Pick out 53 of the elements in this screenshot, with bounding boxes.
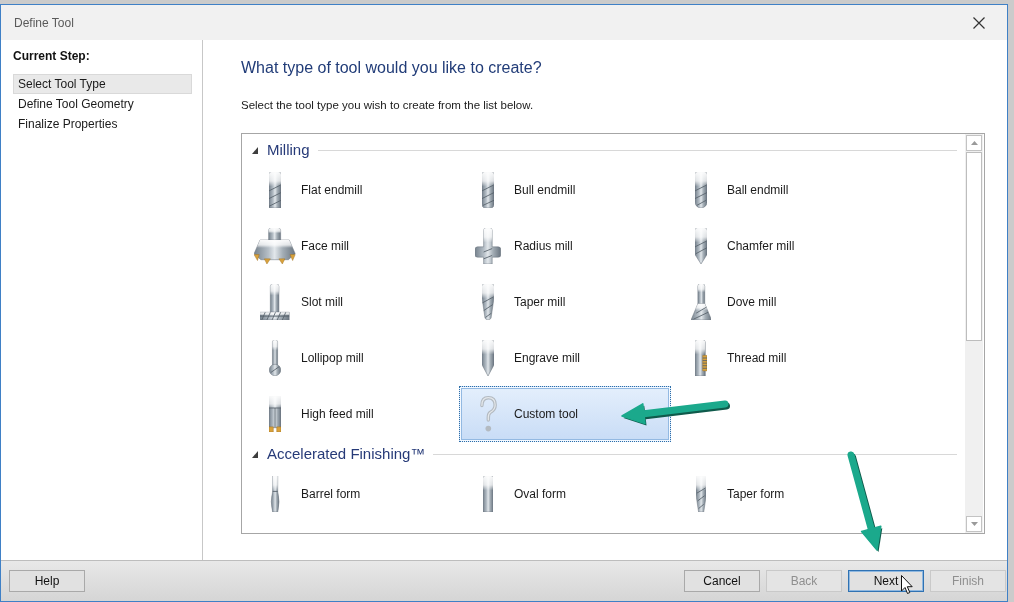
- tool-option[interactable]: Taper mill: [459, 274, 671, 330]
- chamfer-mill-icon: [695, 228, 707, 264]
- tool-option[interactable]: Ball endmill: [672, 162, 884, 218]
- step-item: Select Tool Type: [13, 74, 192, 94]
- step-item: Define Tool Geometry: [17, 96, 135, 113]
- group-header[interactable]: Accelerated Finishing™: [246, 442, 434, 466]
- dialog-button[interactable]: Help: [9, 570, 85, 592]
- tool-option[interactable]: Flat endmill: [246, 162, 458, 218]
- tool-option[interactable]: Dove mill: [672, 274, 884, 330]
- steps-heading: Current Step:: [13, 48, 91, 64]
- down-arrow-icon: [970, 522, 978, 526]
- tool-option[interactable]: Radius mill: [459, 218, 671, 274]
- up-arrow-icon: [970, 141, 978, 145]
- oval-cutter-icon: [482, 476, 494, 512]
- step-item: Finalize Properties: [17, 116, 119, 133]
- tool-option[interactable]: Taper form: [672, 466, 884, 522]
- tool-option[interactable]: High feed mill: [246, 386, 458, 442]
- close-icon: [973, 16, 985, 29]
- radius-mill-icon: [475, 228, 501, 264]
- group-header[interactable]: Milling: [246, 138, 318, 162]
- ball-end-mill-icon: [695, 172, 707, 208]
- scroll-down-button[interactable]: [966, 516, 982, 532]
- dialog-button[interactable]: Next: [848, 570, 924, 592]
- flat-end-mill-icon: [269, 172, 281, 208]
- slot-mill-icon: [260, 284, 290, 320]
- dovetail-mill-icon: [690, 284, 712, 320]
- tool-option[interactable]: Bull endmill: [459, 162, 671, 218]
- tool-option[interactable]: Chamfer mill: [672, 218, 884, 274]
- tool-option[interactable]: Oval form: [459, 466, 671, 522]
- taper-cutter-icon: [695, 476, 707, 512]
- tool-option[interactable]: Barrel form: [246, 466, 458, 522]
- face-mill-icon: [254, 228, 296, 264]
- tool-option[interactable]: Slot mill: [246, 274, 458, 330]
- tool-option[interactable]: Custom tool: [459, 386, 671, 442]
- scroll-up-button[interactable]: [966, 135, 982, 151]
- tool-option[interactable]: Face mill: [246, 218, 458, 274]
- tool-option[interactable]: Lollipop mill: [246, 330, 458, 386]
- instruction-text: Select the tool type you wish to create from the list below.: [241, 98, 535, 113]
- page-heading: What type of tool would you like to create?: [241, 58, 543, 78]
- tool-option[interactable]: Thread mill: [672, 330, 884, 386]
- lollipop-mill-icon: [269, 340, 281, 376]
- bull-end-mill-icon: [482, 172, 494, 208]
- mouse-cursor-icon: [901, 575, 913, 594]
- barrel-cutter-icon: [269, 476, 281, 512]
- thread-mill-icon: [695, 340, 707, 376]
- taper-mill-icon: [482, 284, 494, 320]
- tool-option[interactable]: Engrave mill: [459, 330, 671, 386]
- dialog-button[interactable]: Cancel: [684, 570, 760, 592]
- question-mark-icon: [477, 396, 499, 432]
- scrollbar-thumb[interactable]: [966, 152, 982, 341]
- engraving-tool-icon: [482, 340, 494, 376]
- window-title: Define Tool: [13, 14, 74, 32]
- high-feed-mill-icon: [269, 396, 281, 432]
